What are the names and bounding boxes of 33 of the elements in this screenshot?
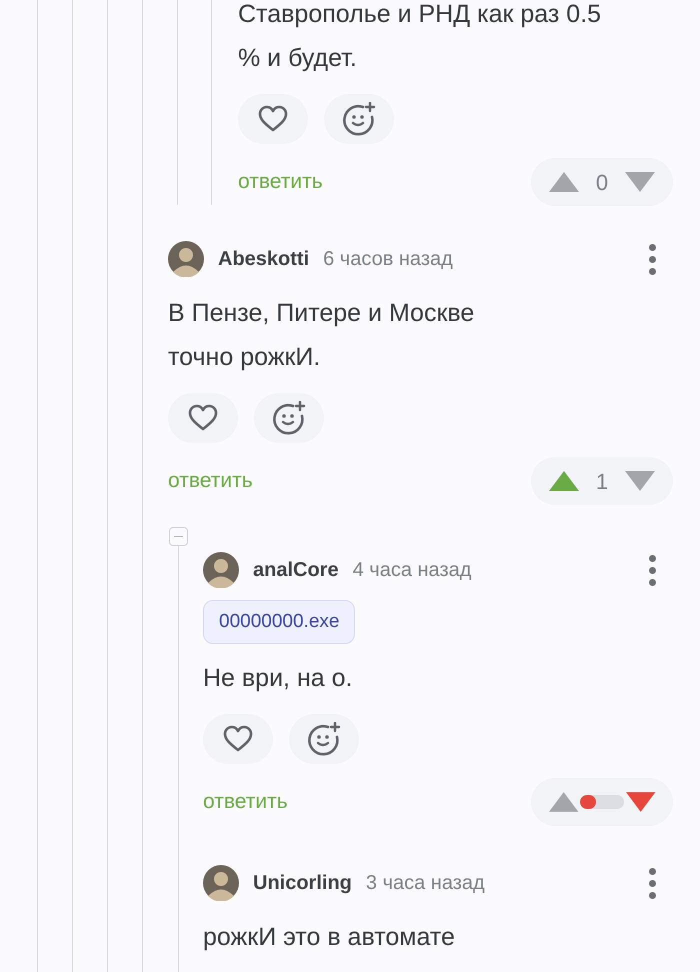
like-button[interactable]	[203, 714, 273, 764]
avatar-icon[interactable]	[203, 552, 239, 588]
comment-text: Ставрополье и РНД как раз 0.5 % и будет.	[238, 0, 602, 74]
add-emoji-icon	[342, 102, 376, 136]
comment-text: Не ври, на о.	[203, 663, 354, 694]
rating-score: 0	[596, 168, 608, 196]
add-emoji-icon	[307, 722, 341, 756]
like-button[interactable]	[238, 94, 308, 144]
avatar-icon[interactable]	[168, 241, 204, 277]
heart-icon	[258, 105, 288, 133]
reaction-button[interactable]	[324, 94, 394, 144]
more-menu-icon[interactable]	[649, 552, 656, 588]
avatar-icon[interactable]	[203, 865, 239, 901]
heart-icon	[188, 404, 218, 432]
more-menu-icon[interactable]	[649, 866, 656, 900]
add-emoji-icon	[272, 401, 306, 435]
comment-time: 4 часа назад	[352, 558, 472, 583]
author-name[interactable]: Unicorling	[253, 868, 352, 898]
comment-time: 3 часа назад	[366, 871, 485, 896]
heart-icon	[223, 725, 253, 753]
downvote-button[interactable]	[624, 790, 657, 814]
author-name[interactable]: analCore	[253, 555, 339, 585]
reaction-button[interactable]	[254, 393, 324, 443]
community-tag[interactable]: 00000000.exe	[203, 600, 356, 644]
comment-time: 6 часов назад	[323, 247, 453, 272]
rating-score: 1	[596, 468, 608, 496]
like-button[interactable]	[168, 393, 238, 443]
comment-text: рожкИ это в автомате	[203, 922, 456, 953]
comment-text: В Пензе, Питере и Москве точно рожкИ.	[168, 298, 476, 373]
upvote-button[interactable]	[547, 469, 581, 493]
author-name[interactable]: Abeskotti	[218, 244, 310, 274]
reaction-button[interactable]	[289, 714, 359, 764]
more-menu-icon[interactable]	[649, 242, 656, 276]
